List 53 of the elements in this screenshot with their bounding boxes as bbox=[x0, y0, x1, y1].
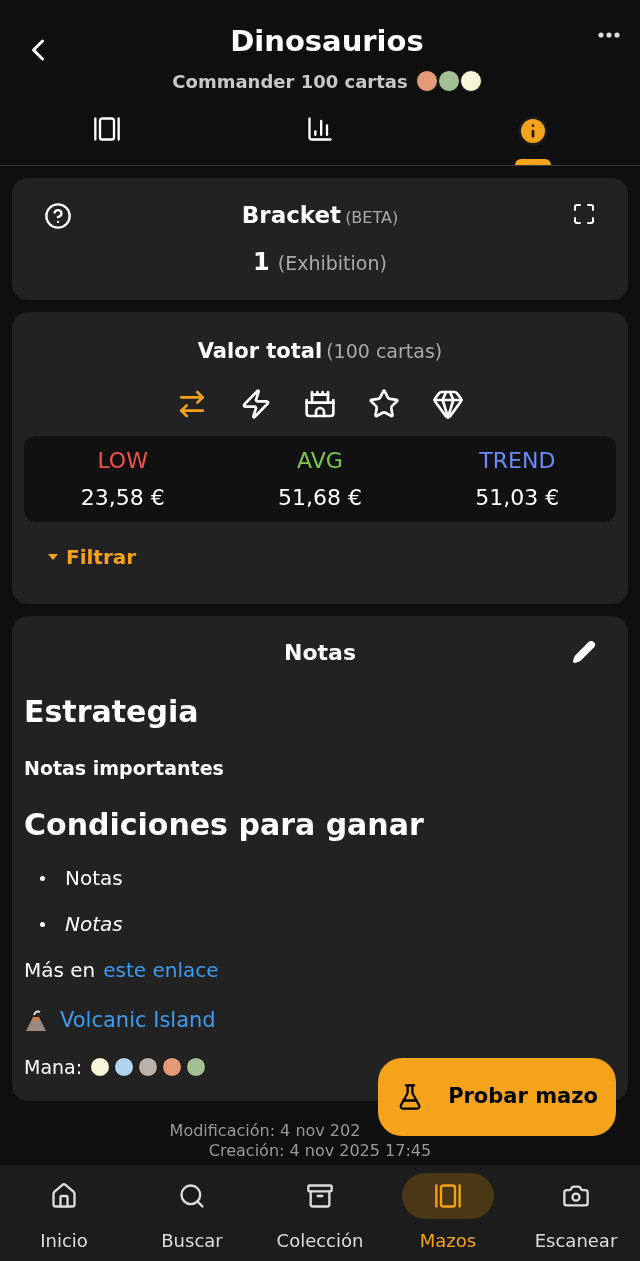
deck-title: Dinosaurios bbox=[230, 23, 424, 60]
price-source-button[interactable] bbox=[368, 387, 400, 420]
card-link[interactable]: Volcanic Island bbox=[60, 1005, 216, 1037]
price-amount: 51,03 € bbox=[475, 483, 560, 512]
filter-button[interactable]: Filtrar bbox=[48, 541, 616, 572]
more-text: Más en bbox=[24, 957, 96, 984]
bullet-icon bbox=[40, 875, 45, 881]
nav-item[interactable]: Buscar bbox=[128, 1165, 256, 1261]
caret-icon bbox=[48, 553, 58, 560]
beta-tag: (BETA) bbox=[345, 205, 399, 230]
deck-subtitle: Commander 100 cartas bbox=[172, 69, 408, 94]
help-icon bbox=[44, 201, 72, 230]
list-item: Notas bbox=[65, 865, 123, 892]
bracket-label: (Exhibition) bbox=[277, 251, 387, 276]
price-label: AVG bbox=[297, 446, 343, 475]
more-icon bbox=[598, 32, 620, 38]
lightning-card-icon bbox=[240, 387, 272, 420]
heading: Condiciones para ganar bbox=[24, 806, 425, 844]
heading: Estrategia bbox=[24, 692, 200, 731]
edit-icon bbox=[572, 639, 596, 664]
home-icon bbox=[50, 1182, 78, 1210]
info-icon bbox=[517, 114, 550, 147]
bracket-value: 1 bbox=[253, 247, 270, 278]
more-button[interactable] bbox=[598, 32, 620, 38]
test-deck-button[interactable]: Probar mazo bbox=[378, 1058, 616, 1136]
list-item: Notas bbox=[65, 911, 123, 938]
link[interactable]: este enlace bbox=[103, 955, 219, 985]
nav-item[interactable]: Colección bbox=[256, 1165, 384, 1261]
volcano-icon bbox=[24, 1008, 48, 1033]
price-source-button[interactable] bbox=[240, 387, 272, 420]
cards-icon bbox=[434, 1182, 462, 1210]
cabinet-icon bbox=[306, 1182, 334, 1210]
value-title: Valor total bbox=[197, 338, 323, 365]
notes-title: Notas bbox=[284, 638, 356, 667]
bar-chart-icon bbox=[306, 114, 334, 143]
bullet-icon bbox=[40, 921, 45, 927]
price-amount: 51,68 € bbox=[278, 483, 362, 512]
cards-icon bbox=[92, 114, 121, 143]
price-label: LOW bbox=[97, 446, 148, 475]
search-icon bbox=[178, 1182, 206, 1210]
star-icon bbox=[368, 387, 400, 420]
modified-date: Modificación: 4 nov 202 bbox=[169, 1121, 361, 1141]
nav-item[interactable]: Mazos bbox=[384, 1165, 512, 1261]
expand-icon bbox=[572, 201, 596, 226]
bold-text: Notas importantes bbox=[24, 755, 225, 781]
bracket-title: Bracket bbox=[241, 200, 342, 230]
nav-item[interactable]: Inicio bbox=[0, 1165, 128, 1261]
mana-label: Mana: bbox=[24, 1054, 83, 1080]
price-label: TREND bbox=[479, 446, 556, 475]
price-amount: 23,58 € bbox=[80, 483, 165, 512]
nav-item[interactable]: Escanear bbox=[512, 1165, 640, 1261]
card-count: (100 cartas) bbox=[326, 339, 443, 364]
created-date: Creación: 4 nov 2025 17:45 bbox=[208, 1141, 432, 1161]
